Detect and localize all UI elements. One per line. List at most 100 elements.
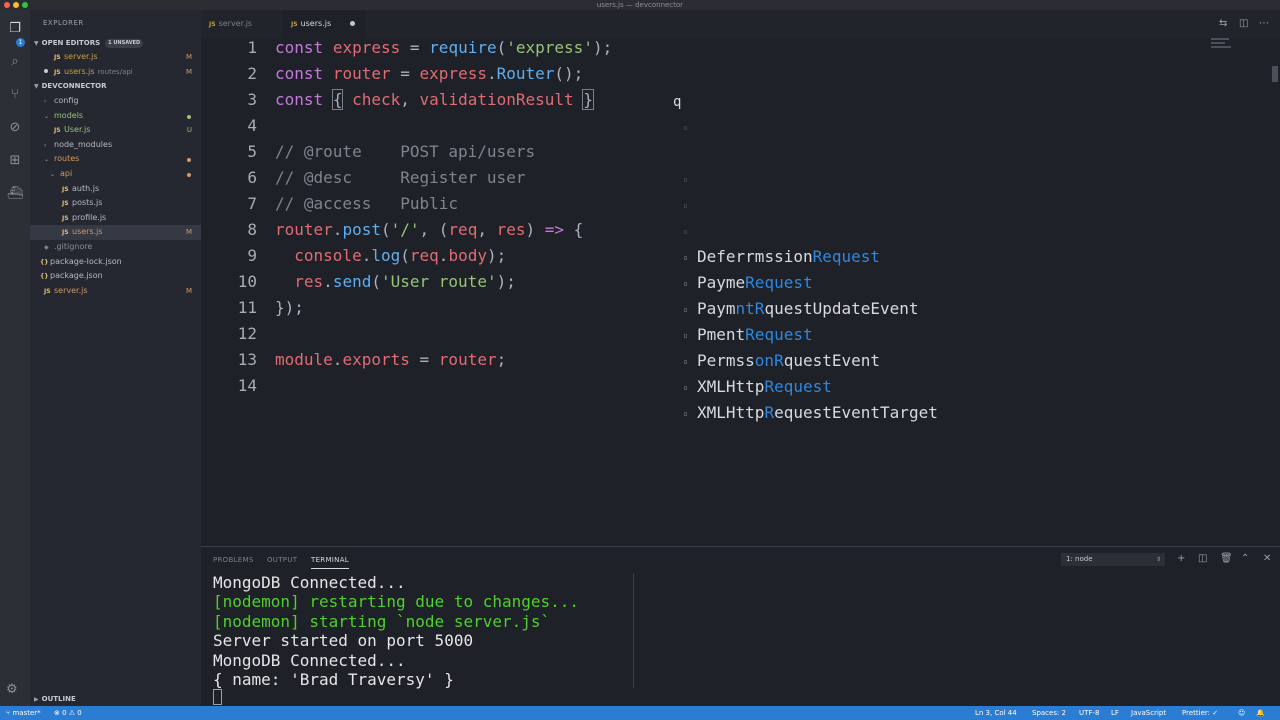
tab-output[interactable]: OUTPUT	[267, 556, 297, 564]
tree-item-label: User.js	[64, 125, 91, 135]
suggestion-item[interactable]	[683, 140, 963, 166]
problems-indicator[interactable]: ⊗ 0 ⚠ 0	[54, 706, 82, 720]
tab-server-js[interactable]: JS server.js	[201, 10, 283, 38]
tree-item-label: profile.js	[72, 212, 107, 222]
chevron-right-icon: ▶	[34, 696, 39, 703]
split-terminal-icon[interactable]: ◫	[1198, 553, 1207, 565]
line-number: 6	[247, 168, 257, 187]
bell-icon[interactable]: 🔔	[1256, 706, 1265, 720]
chevron-down-icon: ⌄	[44, 112, 50, 120]
line-number: 1	[247, 38, 257, 57]
terminal-output[interactable]: MongoDB Connected... [nodemon] restarting…	[213, 573, 579, 689]
chevron-updown-icon: ⇕	[1155, 556, 1161, 563]
source-control-icon[interactable]: ⑂	[6, 86, 24, 104]
tree-folder-routes[interactable]: ⌄ routes	[30, 152, 201, 167]
code-line: const router = express.Router();	[275, 64, 584, 83]
terminal-select[interactable]: 1: node ⇕	[1061, 553, 1165, 566]
branch-indicator[interactable]: ⑂ master*	[6, 706, 41, 720]
tree-file-gitignore[interactable]: ◆ .gitignore	[30, 240, 201, 255]
smiley-icon[interactable]: ☺	[1238, 706, 1245, 720]
prettier-status[interactable]: Prettier: ✓	[1182, 706, 1218, 720]
cursor-position[interactable]: Ln 3, Col 44	[975, 706, 1017, 720]
more-actions-icon[interactable]: ⋯	[1259, 18, 1269, 30]
split-editor-icon[interactable]: ◫	[1239, 18, 1248, 30]
code-line: console.log(req.body);	[294, 246, 507, 265]
tree-folder-models[interactable]: ⌄ models	[30, 109, 201, 124]
suggestion-item[interactable]: ▫ XMLHttpRequest	[683, 374, 963, 400]
tree-folder-config[interactable]: › config	[30, 94, 201, 109]
tree-folder-node-modules[interactable]: › node_modules	[30, 138, 201, 153]
activity-bar: ❐ 1 ⌕ ⑂ ⊘ ⊞ ⛴	[0, 10, 30, 706]
suggestion-item[interactable]: ▫ XMLHttpRequestEventTarget	[683, 400, 963, 426]
terminal-line: [nodemon] starting `node server.js`	[213, 611, 551, 631]
line-number: 8	[247, 220, 257, 239]
terminal-select-value: 1: node	[1066, 555, 1093, 563]
tree-file-profile-js[interactable]: JS profile.js	[30, 211, 201, 226]
terminal-line: MongoDB Connected...	[213, 573, 406, 592]
outline-header[interactable]: ▶ OUTLINE	[30, 692, 201, 706]
terminal-line: Server started on port 5000	[213, 631, 474, 651]
suggestion-item[interactable]: ▫	[683, 218, 963, 244]
suggestion-item[interactable]: ▫ PaymeRequest	[683, 270, 963, 296]
tab-problems[interactable]: PROBLEMS	[213, 556, 254, 564]
tree-file-users-js[interactable]: JS users.js M	[30, 225, 201, 240]
status-bar: ⑂ master* ⊗ 0 ⚠ 0 Ln 3, Col 44 Spaces: 2…	[0, 706, 1280, 720]
trash-icon[interactable]: 🗑	[1220, 553, 1233, 565]
suggestion-item[interactable]: ▫ PaymntRquestUpdateEvent	[683, 296, 963, 322]
tree-file-user-js[interactable]: JS User.js U	[30, 123, 201, 138]
suggestion-item[interactable]: ▫	[683, 192, 963, 218]
open-changes-icon[interactable]: ⇆	[1219, 18, 1227, 30]
editor-scrollbar[interactable]	[1272, 66, 1278, 82]
terminal-line: [nodemon] restarting due to changes...	[213, 592, 580, 612]
tree-item-label: routes	[54, 154, 80, 164]
code-line: // @desc Register user	[275, 168, 526, 187]
open-editor-item[interactable]: JS server.js M	[30, 50, 201, 65]
end-of-line[interactable]: LF	[1111, 706, 1119, 720]
language-mode[interactable]: JavaScript	[1131, 706, 1166, 720]
suggestion-item[interactable]: ▫ DeferrmssionRequest	[683, 244, 963, 270]
open-editors-header[interactable]: ▼ OPEN EDITORS 1 UNSAVED	[30, 36, 201, 50]
chevron-down-icon: ⌄	[44, 156, 50, 164]
line-number: 2	[247, 64, 257, 83]
tree-folder-api[interactable]: ⌄ api	[30, 167, 201, 182]
suggestion-item[interactable]: ▫	[683, 166, 963, 192]
suggestion-item[interactable]: ▫ PmentRequest	[683, 322, 963, 348]
suggestion-item[interactable]: ▫	[683, 114, 963, 140]
tree-item-label: node_modules	[54, 139, 113, 149]
project-header[interactable]: ▼ DEVCONNECTOR	[30, 79, 201, 93]
tree-file-package-lock[interactable]: {}package-lock.json	[30, 255, 201, 270]
tree-item-label: auth.js	[72, 183, 100, 193]
tree-item-label: server.js	[54, 285, 88, 295]
line-number: 9	[247, 246, 257, 265]
tab-users-js[interactable]: JS users.js	[283, 10, 365, 38]
tree-item-label: posts.js	[72, 198, 103, 208]
close-panel-icon[interactable]: ✕	[1263, 553, 1271, 565]
docker-icon[interactable]: ⛴	[6, 185, 24, 203]
open-editor-item[interactable]: JS users.js routes/api M	[30, 65, 201, 80]
suggestion-item[interactable]: ▫ PermssonRquestEvent	[683, 348, 963, 374]
typed-character: q	[673, 94, 682, 110]
maximize-panel-icon[interactable]: ⌃	[1241, 553, 1249, 565]
interface-icon: ▫	[683, 330, 688, 340]
open-editors-label: OPEN EDITORS	[41, 39, 101, 47]
line-number: 13	[237, 350, 257, 369]
tree-item-label: package-lock.json	[50, 256, 122, 266]
encoding[interactable]: UTF-8	[1079, 706, 1099, 720]
search-icon[interactable]: ⌕	[6, 53, 24, 71]
indentation[interactable]: Spaces: 2	[1032, 706, 1066, 720]
tree-file-server-js[interactable]: JS server.js M	[30, 284, 201, 299]
tab-terminal[interactable]: TERMINAL	[311, 556, 349, 569]
editor-tabs: JS server.js JS users.js ⇆ ◫ ⋯	[201, 10, 1280, 38]
explorer-files-icon[interactable]: ❐	[6, 20, 24, 38]
line-number: 3	[247, 90, 257, 109]
minimap[interactable]	[1211, 38, 1235, 54]
new-terminal-icon[interactable]: +	[1177, 553, 1185, 565]
extensions-icon[interactable]: ⊞	[6, 152, 24, 170]
tree-file-auth-js[interactable]: JS auth.js	[30, 182, 201, 197]
debug-icon[interactable]: ⊘	[6, 119, 24, 137]
tree-file-posts-js[interactable]: JS posts.js	[30, 196, 201, 211]
code-line: // @access Public	[275, 194, 459, 213]
warning-count: 0	[77, 709, 82, 717]
gear-icon[interactable]: ⚙	[6, 682, 18, 697]
tree-file-package-json[interactable]: {}package.json	[30, 269, 201, 284]
